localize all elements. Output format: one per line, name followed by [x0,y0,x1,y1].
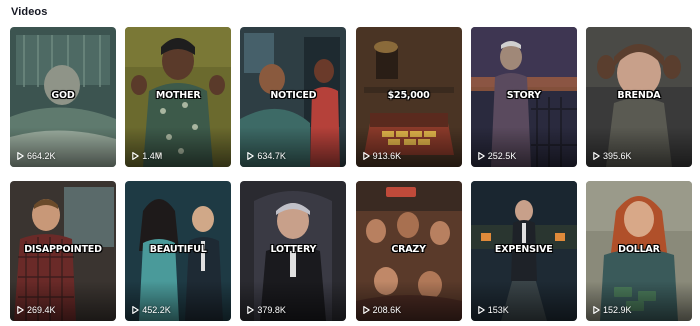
view-count-value: 634.7K [257,151,286,161]
view-count: 1.4M [132,151,162,161]
thumbnail-shade [240,281,347,321]
video-card[interactable]: MOTHER 1.4M [125,27,232,167]
view-count-value: 664.2K [27,151,56,161]
play-icon [17,152,24,160]
thumbnail-shade [240,127,347,167]
view-count: 269.4K [17,305,56,315]
video-caption: BEAUTIFUL [149,244,207,255]
video-caption: STORY [506,90,541,101]
thumbnail-shade [585,127,692,167]
view-count-value: 395.6K [602,151,632,161]
play-icon [17,306,24,314]
play-icon [132,152,139,160]
view-count-value: 452.2K [142,305,171,315]
view-count-value: 1.4M [142,151,163,161]
play-icon [362,306,370,314]
video-card[interactable]: BEAUTIFUL 452.2K [125,181,232,321]
video-card[interactable]: NOTICED 634.7K [240,27,347,167]
thumbnail-shade [470,281,577,321]
video-card[interactable]: EXPENSIVE 153K [470,181,577,321]
video-card[interactable]: DOLLAR 152.9K [585,181,692,321]
video-caption: DISAPPOINTED [24,244,102,255]
video-card[interactable]: DISAPPOINTED 269.4K [10,181,116,321]
view-count: 664.2K [17,151,56,161]
thumbnail-shade [125,127,232,167]
video-caption: GOD [51,90,75,101]
view-count: 208.6K [362,305,402,315]
video-card[interactable]: CRAZY 208.6K [355,181,462,321]
video-grid: GOD 664.2K MOTHER 1.4M NOTICED 634.7K $2… [10,27,692,321]
video-caption: DOLLAR [618,244,660,255]
view-count-value: 913.6K [372,151,402,161]
video-card[interactable]: STORY 252.5K [470,27,577,167]
play-icon [132,306,139,314]
thumbnail-shade [470,127,577,167]
video-card[interactable]: $25,000 913.6K [355,27,462,167]
video-card[interactable]: LOTTERY 379.8K [240,181,347,321]
thumbnail-shade [125,281,232,321]
view-count: 153K [478,305,509,315]
section-title: Videos [11,6,48,18]
view-count-value: 153K [487,305,509,315]
play-icon [362,152,370,160]
play-icon [593,306,600,314]
view-count-value: 269.4K [27,305,56,315]
video-caption: MOTHER [155,90,201,101]
thumbnail-shade [10,281,116,321]
video-caption: EXPENSIVE [494,244,553,255]
play-icon [478,306,485,314]
thumbnail-shade [10,127,116,167]
view-count-value: 379.8K [257,305,286,315]
video-caption: NOTICED [270,90,317,101]
play-icon [593,152,600,160]
view-count-value: 208.6K [372,305,402,315]
video-card[interactable]: GOD 664.2K [10,27,116,167]
video-caption: BRENDA [617,90,661,101]
video-caption: $25,000 [387,90,430,101]
thumbnail-shade [585,281,692,321]
view-count: 452.2K [132,305,171,315]
play-icon [478,152,485,160]
play-icon [247,152,255,160]
view-count: 395.6K [593,151,632,161]
view-count: 252.5K [478,151,517,161]
thumbnail-shade [355,281,462,321]
thumbnail-shade [355,127,462,167]
view-count: 634.7K [247,151,286,161]
view-count: 913.6K [362,151,402,161]
view-count: 379.8K [247,305,286,315]
video-caption: LOTTERY [270,244,317,255]
view-count: 152.9K [593,305,632,315]
view-count-value: 252.5K [487,151,517,161]
video-caption: CRAZY [391,244,426,255]
view-count-value: 152.9K [602,305,632,315]
play-icon [247,306,255,314]
video-card[interactable]: BRENDA 395.6K [585,27,692,167]
